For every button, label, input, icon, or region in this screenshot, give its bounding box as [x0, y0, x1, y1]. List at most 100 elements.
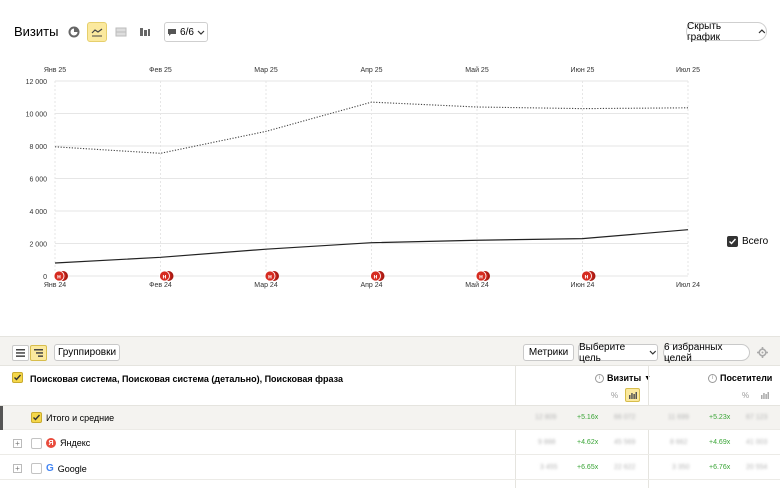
annotation-marker-label: н	[268, 274, 272, 281]
tree-view-button[interactable]	[30, 345, 47, 361]
bars-icon	[628, 391, 637, 399]
list-icon	[16, 349, 25, 357]
column-title-visitors: Посетители	[720, 373, 773, 383]
goal-select-label: Выберите цель	[579, 341, 626, 364]
cell-visits-value: 12 809	[535, 414, 557, 421]
expand-row-button[interactable]: +	[13, 464, 22, 473]
cell-visits-prev: 45 569	[614, 439, 636, 446]
annotation-marker-label: н	[374, 274, 378, 281]
visits-chart: 0 2 000 4 000 6 000 8 000 10 000 12 000 Янв 25 Я…	[0, 62, 780, 336]
x-tick-label-top: Фев 25	[149, 67, 172, 74]
column-header-visits[interactable]: i Визиты ▼	[595, 373, 651, 383]
expand-row-button[interactable]: +	[13, 439, 22, 448]
report-header: Визиты 6/6 Скрыть график	[0, 0, 780, 62]
pie-chart-icon	[68, 26, 80, 38]
y-tick-label: 6 000	[29, 177, 47, 184]
y-tick-label: 2 000	[29, 242, 47, 249]
info-icon[interactable]: i	[595, 373, 604, 383]
column-header-visitors[interactable]: i Посетители	[708, 373, 772, 383]
legend-checkbox[interactable]	[727, 236, 738, 247]
select-all-checkbox[interactable]	[12, 372, 23, 383]
y-tick-label: 12 000	[26, 79, 48, 86]
cell-visitors-value: 3 350	[672, 464, 690, 471]
goal-select[interactable]: Выберите цель	[578, 341, 658, 364]
comment-icon	[168, 28, 177, 36]
percent-toggle-visitors[interactable]: %	[738, 388, 753, 402]
cell-visitors-value: 11 699	[668, 414, 689, 421]
hide-chart-button[interactable]: Скрыть график	[686, 20, 767, 43]
bars-toggle-visits[interactable]	[625, 388, 640, 402]
groupings-label: Группировки	[57, 347, 117, 358]
chevron-down-icon	[197, 30, 205, 35]
annotation-marker-label: н	[163, 274, 167, 281]
cell-visits-value: 9 888	[538, 439, 556, 446]
x-tick-label-bottom: Июн 24	[571, 282, 595, 289]
x-tick-label-top: Июн 25	[571, 67, 595, 74]
segments-count: 6/6	[180, 26, 194, 38]
bar-chart-icon	[140, 28, 150, 36]
bars-toggle-visitors[interactable]	[757, 388, 772, 402]
cell-visits-prev: 66 072	[614, 414, 636, 421]
check-icon	[14, 374, 22, 381]
hide-chart-label: Скрыть график	[687, 20, 722, 43]
table-toolbar: Группировки Метрики Выберите цель 6 избр…	[0, 336, 780, 366]
cell-visits-delta: +5.16x	[577, 414, 599, 421]
page-title: Визиты	[14, 24, 59, 39]
row-label: Итого и средние	[46, 413, 115, 423]
cell-visitors-prev: 67 123	[746, 414, 768, 421]
row-label-wrap: Я Яндекс	[46, 438, 90, 448]
table-header: Поисковая система, Поисковая система (де…	[0, 366, 780, 406]
column-title-visits: Визиты	[607, 373, 642, 383]
groupings-button[interactable]: Группировки	[54, 344, 120, 361]
cell-visitors-delta: +6.76x	[709, 464, 731, 471]
row-label: Google	[57, 463, 87, 474]
cell-visitors-prev: 41 003	[746, 439, 768, 446]
percent-icon: %	[610, 390, 619, 400]
x-tick-label-bottom: Фев 24	[149, 282, 172, 289]
table-row[interactable]: + Я Яндекс 9 888 +4.62x 45 569 8 662 +4.…	[0, 431, 780, 455]
y-tick-label: 0	[43, 274, 47, 281]
gear-icon[interactable]	[757, 347, 768, 358]
tree-icon	[34, 349, 43, 357]
y-tick-label: 4 000	[29, 209, 47, 216]
google-logo-icon: G	[46, 463, 54, 474]
row-checkbox[interactable]	[31, 412, 42, 423]
table-row[interactable]: + G Google 3 455 +6.65x 22 622 3 350 +6.…	[0, 456, 780, 480]
line-chart-button[interactable]	[87, 22, 107, 42]
legend-label: Всего	[742, 236, 769, 247]
row-label-wrap: G Google	[46, 463, 87, 474]
chart-legend[interactable]: Всего	[727, 236, 768, 247]
cell-visitors-prev: 20 554	[746, 464, 768, 471]
metrics-button[interactable]: Метрики	[523, 344, 574, 361]
table-row-total[interactable]: Итого и средние 12 809 +5.16x 66 072 11 …	[0, 406, 780, 430]
cell-visits-delta: +6.65x	[577, 464, 599, 471]
x-tick-label-bottom: Янв 24	[44, 282, 66, 289]
annotations-dropdown[interactable]: 6/6	[164, 22, 208, 42]
cell-visits-delta: +4.62x	[577, 439, 599, 446]
percent-toggle-visits[interactable]: %	[607, 388, 622, 402]
favorite-goals-label: 6 избранных целей	[664, 341, 723, 364]
check-icon	[33, 414, 41, 421]
bar-chart-button[interactable]	[135, 22, 155, 42]
x-tick-label-top: Янв 25	[44, 67, 66, 74]
row-checkbox[interactable]	[31, 438, 42, 449]
annotation-marker-label: н	[479, 274, 483, 281]
bars-icon	[760, 391, 769, 399]
x-tick-label-top: Июл 25	[676, 67, 700, 74]
info-icon[interactable]: i	[708, 373, 717, 383]
row-marker	[0, 406, 3, 430]
chevron-up-icon	[758, 29, 766, 34]
annotation-marker-label: н	[57, 274, 61, 281]
annotation-marker-label: н	[585, 274, 589, 281]
row-checkbox[interactable]	[31, 463, 42, 474]
area-chart-button[interactable]	[111, 22, 131, 42]
dimension-title: Поисковая система, Поисковая система (де…	[30, 374, 343, 384]
yandex-logo-icon: Я	[46, 438, 56, 448]
line-chart: 0 2 000 4 000 6 000 8 000 10 000 12 000 Янв 25 Я…	[26, 66, 700, 289]
cell-visits-prev: 22 622	[614, 464, 636, 471]
flat-view-button[interactable]	[12, 345, 29, 361]
row-label: Яндекс	[60, 438, 91, 448]
favorite-goals-button[interactable]: 6 избранных целей	[663, 341, 750, 364]
pie-chart-button[interactable]	[64, 22, 84, 42]
metrics-label: Метрики	[528, 347, 569, 358]
